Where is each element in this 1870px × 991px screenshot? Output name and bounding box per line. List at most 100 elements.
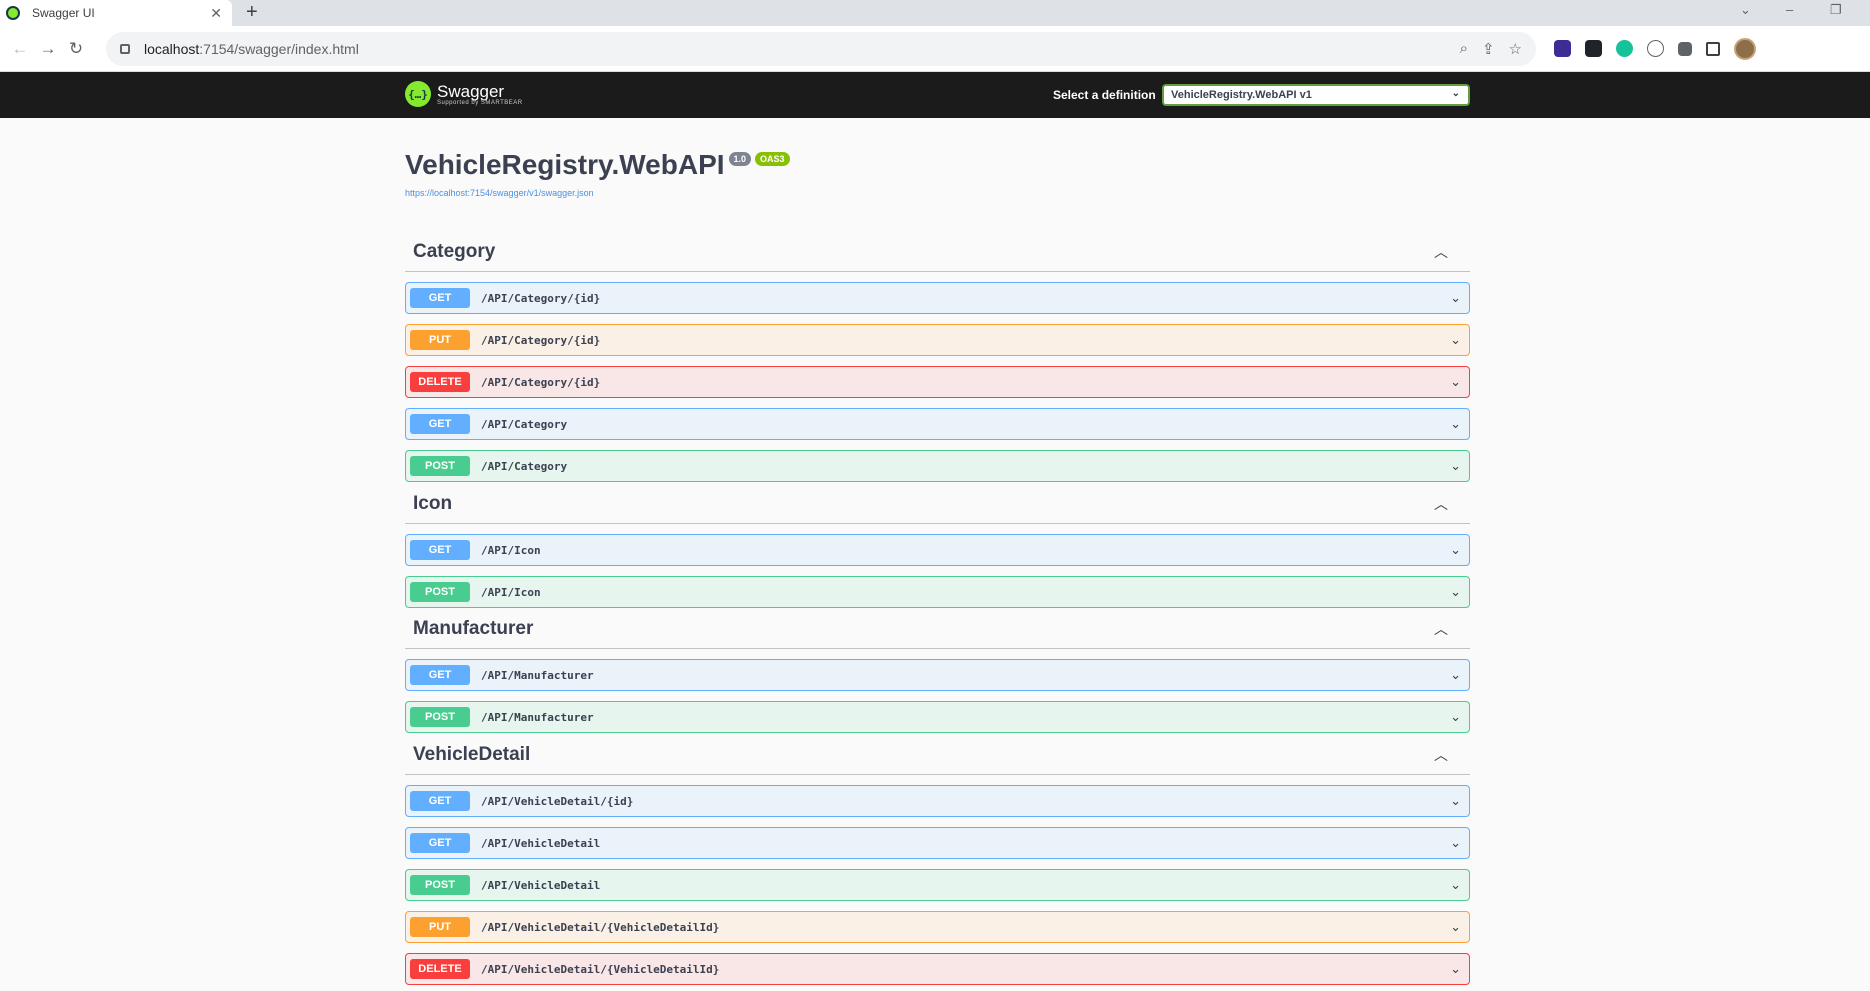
oas-badge: OAS3 [755,152,790,166]
operation-path: /API/VehicleDetail/{id} [481,794,634,808]
swagger-topbar: {…} Swagger Supported by SMARTBEAR Selec… [0,72,1870,118]
chevron-down-icon[interactable]: ⌄ [1450,835,1461,851]
operation-row[interactable]: POST/API/Icon ⌄ [405,576,1470,608]
tag-title: VehicleDetail [413,743,531,765]
new-tab-button[interactable]: + [246,1,258,24]
puzzle-icon[interactable] [1678,41,1692,56]
operation-row[interactable]: DELETE/API/VehicleDetail/{VehicleDetailI… [405,953,1470,985]
tag-section-icon: Icon ︿ GET/API/Icon ⌄ POST/API/Icon ⌄ [405,484,1470,608]
chevron-up-icon[interactable]: ︿ [1434,242,1448,262]
tag-section-vehicledetail: VehicleDetail ︿ GET/API/VehicleDetail/{id}… [405,735,1470,985]
page-title: VehicleRegistry.WebAPI [405,149,725,180]
chevron-down-icon[interactable]: ⌄ [1450,332,1461,348]
chevron-down-icon[interactable]: ⌄ [1450,793,1461,809]
address-bar[interactable]: localhost:7154/swagger/index.html ⌕ ⇪ ☆ [106,31,1536,66]
operation-row[interactable]: PUT/API/Category/{id} ⌄ [405,324,1470,356]
operation-path: /API/Category/{id} [481,291,601,305]
logo-subtitle: Supported by SMARTBEAR [437,99,523,106]
avatar[interactable] [1734,37,1756,60]
chevron-down-icon[interactable]: ⌄ [1450,584,1461,600]
tag-section-category: Category ︿ GET/API/Category/{id} ⌄ PUT/API/C… [405,232,1470,482]
tab-title: Swagger UI [32,6,95,20]
chevron-down-icon[interactable]: ⌄ [1450,374,1461,390]
chevron-down-icon[interactable]: ⌄ [1450,709,1461,725]
operation-row[interactable]: GET/API/Icon ⌄ [405,534,1470,566]
reload-icon[interactable]: ↻ [62,39,90,59]
share-icon[interactable]: ⇪ [1482,40,1495,58]
operation-path: /API/Icon [481,543,541,557]
minimize-icon[interactable]: – [1786,2,1793,17]
tag-header[interactable]: Icon ︿ [405,484,1470,524]
operation-row[interactable]: POST/API/Manufacturer ⌄ [405,701,1470,733]
chevron-down-icon[interactable]: ⌄ [1450,542,1461,558]
method-badge: POST [410,456,470,476]
definition-select[interactable]: VehicleRegistry.WebAPI v1 ⌄ [1162,84,1470,106]
operation-row[interactable]: GET/API/Manufacturer ⌄ [405,659,1470,691]
forward-icon[interactable]: → [34,39,62,59]
method-badge: GET [410,540,470,560]
chevron-down-icon[interactable]: ⌄ [1450,919,1461,935]
chevron-down-icon[interactable]: ⌄ [1450,458,1461,474]
operation-row[interactable]: PUT/API/VehicleDetail/{VehicleDetailId} ⌄ [405,911,1470,943]
browser-tab[interactable]: Swagger UI ✕ [0,0,232,26]
chevron-up-icon[interactable]: ︿ [1434,619,1448,639]
chevron-down-icon[interactable]: ⌄ [1450,877,1461,893]
chevron-down-icon: ⌄ [1451,88,1460,99]
operation-path: /API/VehicleDetail [481,878,601,892]
tag-header[interactable]: VehicleDetail ︿ [405,735,1470,775]
tab-search-icon[interactable]: ⌄ [1740,2,1751,18]
url-text[interactable]: localhost:7154/swagger/index.html [144,41,1460,57]
sidepanel-icon[interactable] [1706,41,1720,56]
operation-row[interactable]: GET/API/Category/{id} ⌄ [405,282,1470,314]
api-title-block: VehicleRegistry.WebAPI 1.0 OAS3 [405,149,790,181]
operation-row[interactable]: DELETE/API/Category/{id} ⌄ [405,366,1470,398]
operation-row[interactable]: POST/API/VehicleDetail ⌄ [405,869,1470,901]
tag-section-manufacturer: Manufacturer ︿ GET/API/Manufacturer ⌄ POST/A… [405,609,1470,733]
method-badge: POST [410,875,470,895]
zoom-icon[interactable]: ⌕ [1460,40,1468,58]
tag-title: Manufacturer [413,617,534,639]
grammarly-icon[interactable] [1616,40,1633,57]
method-badge: GET [410,791,470,811]
browser-toolbar: ← → ↻ localhost:7154/swagger/index.html … [0,26,1870,72]
swagger-favicon-icon [6,6,20,20]
operation-path: /API/Icon [481,585,541,599]
operation-row[interactable]: GET/API/Category ⌄ [405,408,1470,440]
tag-header[interactable]: Category ︿ [405,232,1470,272]
operation-row[interactable]: GET/API/VehicleDetail/{id} ⌄ [405,785,1470,817]
operation-path: /API/Manufacturer [481,710,594,724]
back-icon[interactable]: ← [6,39,34,59]
chevron-down-icon[interactable]: ⌄ [1450,290,1461,306]
spec-url-link[interactable]: https://localhost:7154/swagger/v1/swagge… [405,188,594,198]
chevron-down-icon[interactable]: ⌄ [1450,416,1461,432]
chevron-up-icon[interactable]: ︿ [1434,745,1448,765]
operation-row[interactable]: GET/API/VehicleDetail ⌄ [405,827,1470,859]
method-badge: GET [410,833,470,853]
method-badge: POST [410,707,470,727]
operation-row[interactable]: POST/API/Category ⌄ [405,450,1470,482]
chevron-down-icon[interactable]: ⌄ [1450,961,1461,977]
chevron-down-icon[interactable]: ⌄ [1450,667,1461,683]
logo-title: Swagger [437,81,505,101]
definition-label: Select a definition [1053,88,1156,102]
extension-icon[interactable] [1554,40,1571,57]
restore-icon[interactable]: ❐ [1830,2,1842,18]
accessibility-icon[interactable] [1647,40,1664,57]
method-badge: PUT [410,330,470,350]
version-badge: 1.0 [728,152,752,166]
operation-path: /API/Category/{id} [481,333,601,347]
operation-path: /API/VehicleDetail [481,836,601,850]
tag-title: Category [413,240,496,262]
browser-tabstrip: Swagger UI ✕ + ⌄ – ❐ [0,0,1870,26]
method-badge: DELETE [410,372,470,392]
swagger-logo-icon: {…} [405,81,431,107]
chevron-up-icon[interactable]: ︿ [1434,494,1448,514]
react-devtools-icon[interactable] [1585,40,1602,57]
tag-title: Icon [413,492,453,514]
bookmark-star-icon[interactable]: ☆ [1509,40,1522,58]
swagger-logo[interactable]: {…} Swagger Supported by SMARTBEAR [405,81,523,107]
tag-header[interactable]: Manufacturer ︿ [405,609,1470,649]
operation-path: /API/Category [481,417,568,431]
tab-close-icon[interactable]: ✕ [210,5,222,22]
operation-path: /API/Category/{id} [481,375,601,389]
